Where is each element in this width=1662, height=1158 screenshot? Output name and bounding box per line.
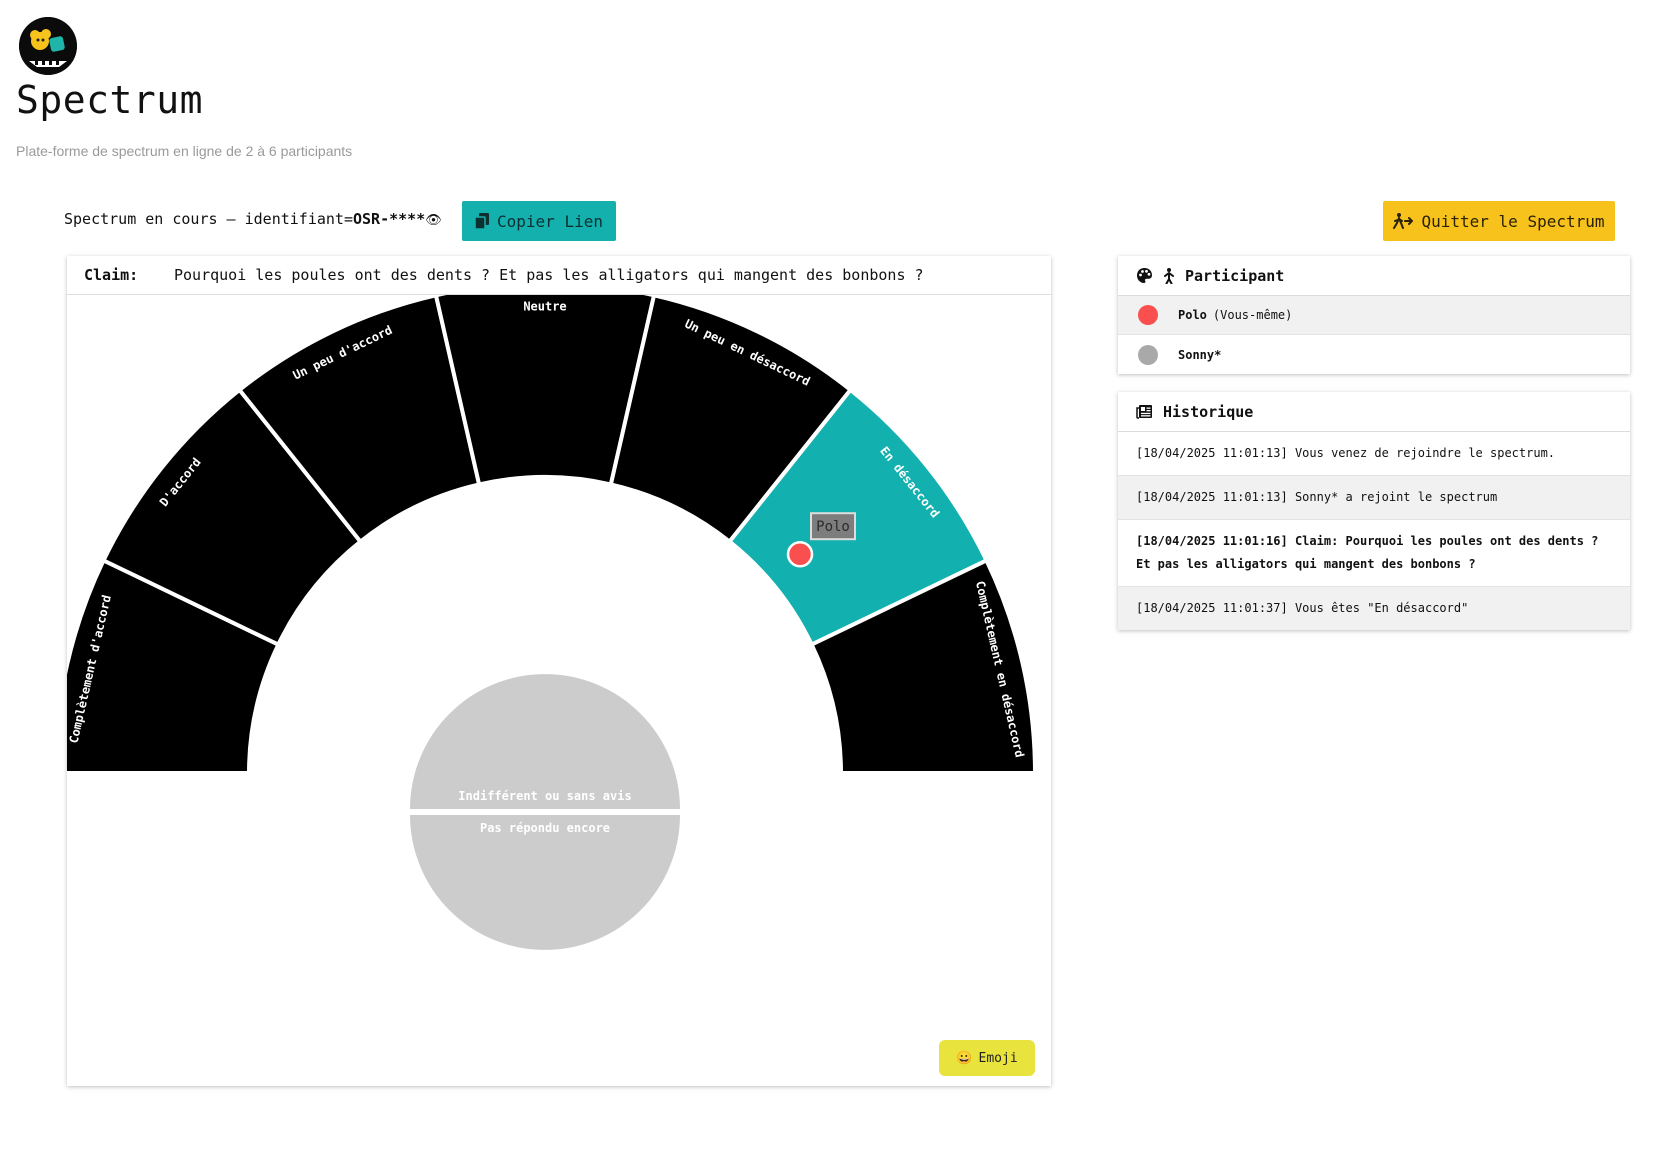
participants-panel: Participant Polo (Vous-même) Sonny* (1118, 256, 1630, 374)
copy-link-label: Copier Lien (497, 211, 603, 231)
center-bottom-label: Pas répondu encore (480, 821, 610, 835)
history-panel: Historique [18/04/2025 11:01:13] Vous ve… (1118, 392, 1630, 630)
copy-link-button[interactable]: Copier Lien (462, 201, 616, 241)
copy-icon (475, 213, 490, 229)
participants-title: Participant (1185, 266, 1285, 285)
history-header: Historique (1118, 392, 1630, 432)
session-status-prefix: Spectrum en cours – identifiant= (64, 210, 353, 228)
claim-bar: Claim: Pourquoi les poules ont des dents… (67, 256, 1051, 295)
emoji-label: Emoji (978, 1050, 1018, 1066)
participant-row: Sonny* (1118, 335, 1630, 374)
participant-color-dot (1138, 344, 1158, 365)
spectrum-dial: Complètement d'accordD'accordUn peu d'ac… (67, 295, 1038, 950)
session-status: Spectrum en cours – identifiant=OSR-****… (64, 210, 442, 228)
app-subtitle: Plate-forme de spectrum en ligne de 2 à … (16, 143, 353, 159)
walking-exit-icon (1393, 213, 1414, 229)
spectrum-board: Claim: Pourquoi les poules ont des dents… (67, 256, 1051, 1086)
palette-icon (1137, 268, 1152, 283)
smiley-icon: 😀 (956, 1050, 973, 1066)
quit-spectrum-label: Quitter le Spectrum (1421, 211, 1605, 231)
app-logo (19, 17, 77, 75)
quit-spectrum-button[interactable]: Quitter le Spectrum (1383, 201, 1615, 241)
participant-color-dot[interactable] (1138, 305, 1158, 325)
participant-note: (Vous-même) (1212, 308, 1293, 322)
claim-text: Pourquoi les poules ont des dents ? Et p… (174, 266, 924, 284)
participant-marker[interactable] (786, 540, 814, 568)
participant-marker-label: Polo (816, 519, 850, 535)
claim-label: Claim: (84, 266, 139, 284)
newspaper-icon (1136, 405, 1152, 419)
participant-name: Sonny* (1178, 347, 1222, 362)
session-id: OSR-**** (352, 210, 426, 228)
emoji-button[interactable]: 😀 Emoji (939, 1040, 1035, 1076)
center-top-label: Indifférent ou sans avis (458, 789, 631, 803)
history-entry: [18/04/2025 11:01:13] Sonny* a rejoint l… (1118, 476, 1630, 520)
participant-name: Polo (1178, 308, 1207, 322)
history-entry: [18/04/2025 11:01:16] Claim: Pourquoi le… (1118, 520, 1630, 587)
spectrum-segment-label: Neutre (523, 300, 566, 314)
participant-row: Polo (Vous-même) (1118, 296, 1630, 335)
participants-header: Participant (1118, 256, 1630, 296)
history-entry: [18/04/2025 11:01:37] Vous êtes "En désa… (1118, 587, 1630, 630)
app-title: Spectrum (16, 78, 204, 122)
eye-icon[interactable]: 👁 (425, 213, 442, 228)
history-entry: [18/04/2025 11:01:13] Vous venez de rejo… (1118, 432, 1630, 476)
history-title: Historique (1163, 402, 1254, 421)
person-icon (1164, 267, 1174, 284)
center-not-answered-option[interactable] (410, 815, 680, 950)
